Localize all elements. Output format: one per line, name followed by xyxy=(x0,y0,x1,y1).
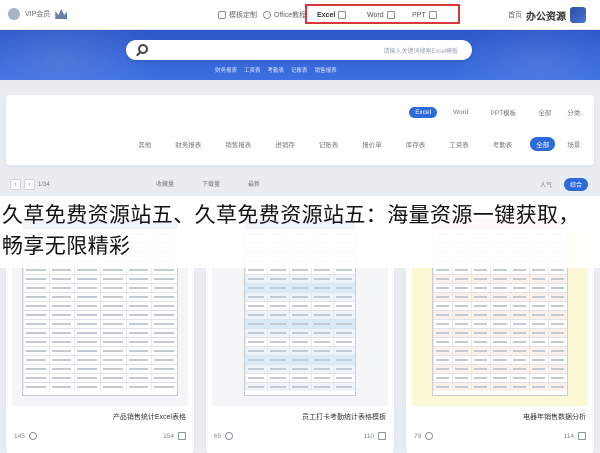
scene-payroll[interactable]: 工资表 xyxy=(443,137,475,151)
download-count[interactable]: 110 xyxy=(364,432,386,440)
scene-inventory[interactable]: 进销存 xyxy=(269,137,301,151)
sort-downloads[interactable]: 下载量 xyxy=(202,179,220,188)
download-icon xyxy=(578,432,586,440)
top-bar: VIP会员 模板定制 Office教程 Excel Word PPT 首页 办公… xyxy=(0,0,600,30)
scene-attendance[interactable]: 考勤表 xyxy=(487,137,519,151)
vip-area[interactable]: VIP会员 xyxy=(8,8,68,20)
download-icon xyxy=(178,432,186,440)
download-count[interactable]: 114 xyxy=(564,432,586,440)
sort-favorites[interactable]: 收藏量 xyxy=(156,179,174,188)
nav-custom-template[interactable]: 模板定制 xyxy=(218,9,257,21)
tab-label: Excel xyxy=(317,11,336,19)
sort-popular[interactable]: 人气 xyxy=(540,180,552,189)
site-logo[interactable]: 办公资源 xyxy=(526,6,586,24)
like-count[interactable]: 65 xyxy=(214,432,234,440)
filter-panel: Excel Word PPT模板 全部 分类: 其他 财务报表 销售报表 进销存… xyxy=(6,95,594,165)
sort-options: 收藏量 下载量 最新 xyxy=(156,179,260,188)
card-meta: 145 154 xyxy=(14,432,186,440)
search-icon[interactable] xyxy=(138,44,148,54)
nav-label: Office教程 xyxy=(274,12,307,19)
card-title[interactable]: 电器年销售数据分析 xyxy=(414,412,586,422)
toolbar-right: 人气 综合 xyxy=(540,178,588,191)
tab-excel[interactable]: Excel xyxy=(317,11,347,19)
star-icon xyxy=(28,432,37,440)
scene-filter-row: 其他 财务报表 销售报表 进销存 记账表 报价单 库存表 工资表 考勤表 全部 … xyxy=(132,137,582,151)
hot-words: 财务报表 工资表 考勤表 记账表 销售报表 xyxy=(215,66,385,74)
page-indicator: 1/34 xyxy=(38,181,50,188)
type-tab-word[interactable]: Word xyxy=(447,107,474,118)
crown-icon xyxy=(55,9,68,19)
download-icon xyxy=(378,432,386,440)
search-input[interactable]: 请输入关键词搜索Excel模板 xyxy=(383,46,458,55)
card-title[interactable]: 员工打卡考勤统计表格模板 xyxy=(214,412,386,422)
home-label: 首页 xyxy=(508,12,522,19)
like-count[interactable]: 145 xyxy=(14,432,37,440)
star-icon xyxy=(225,432,234,440)
search-bar[interactable]: 请输入关键词搜索Excel模板 xyxy=(126,40,472,60)
scene-all[interactable]: 全部 xyxy=(530,137,556,151)
card-meta: 79 114 xyxy=(414,432,586,440)
star-icon xyxy=(425,432,434,440)
type-filter-row: Excel Word PPT模板 全部 分类: xyxy=(409,105,582,119)
type-tab-ppt[interactable]: PPT模板 xyxy=(485,105,523,119)
tab-label: PPT xyxy=(412,11,426,19)
scene-bookkeeping[interactable]: 记账表 xyxy=(313,137,345,151)
hot-word[interactable]: 考勤表 xyxy=(268,66,285,74)
hot-word[interactable]: 工资表 xyxy=(244,66,261,74)
scene-stock[interactable]: 库存表 xyxy=(400,137,432,151)
nav-home[interactable]: 首页 xyxy=(508,9,522,21)
sort-latest[interactable]: 最新 xyxy=(248,179,260,188)
scene-finance[interactable]: 财务报表 xyxy=(169,137,207,151)
prev-page-button[interactable]: ‹ xyxy=(24,179,35,190)
nav-label: 模板定制 xyxy=(229,12,257,19)
like-count[interactable]: 79 xyxy=(414,432,434,440)
tab-word[interactable]: Word xyxy=(367,11,395,19)
caption-text: 久草免费资源站五、久草免费资源站五：海量资源一键获取，畅享无限精彩 xyxy=(2,203,580,258)
slides-icon xyxy=(428,11,437,19)
nav-office-tutorial[interactable]: Office教程 xyxy=(263,9,306,21)
hot-word[interactable]: 财务报表 xyxy=(215,66,237,74)
hot-word[interactable]: 记账表 xyxy=(291,66,308,74)
sort-comprehensive[interactable]: 综合 xyxy=(563,178,588,191)
doc-type-tabs: Excel Word PPT xyxy=(305,4,460,24)
caption-overlay: 久草免费资源站五、久草免费资源站五：海量资源一键获取，畅享无限精彩 xyxy=(0,196,600,268)
type-tab-all[interactable]: 全部 xyxy=(532,105,557,119)
scene-label: 场景: xyxy=(567,142,582,149)
play-icon xyxy=(263,11,271,19)
scene-other[interactable]: 其他 xyxy=(132,137,157,151)
scene-quote[interactable]: 报价单 xyxy=(356,137,388,151)
avatar[interactable] xyxy=(8,8,20,20)
logo-icon xyxy=(570,7,586,23)
pen-icon xyxy=(218,11,226,19)
card-title[interactable]: 产品销售统计Excel表格 xyxy=(14,412,186,422)
logo-text: 办公资源 xyxy=(526,11,566,23)
card-meta: 65 110 xyxy=(214,432,386,440)
doc-icon xyxy=(386,11,395,19)
type-tab-excel[interactable]: Excel xyxy=(409,106,438,118)
hot-word[interactable]: 销售报表 xyxy=(315,66,337,74)
pager: › ‹ 1/34 xyxy=(10,179,50,190)
scene-sales[interactable]: 销售报表 xyxy=(219,137,257,151)
next-page-button[interactable]: › xyxy=(10,179,21,190)
download-count[interactable]: 154 xyxy=(163,432,186,440)
tab-label: Word xyxy=(367,11,384,19)
tab-ppt[interactable]: PPT xyxy=(412,11,437,19)
category-label: 分类: xyxy=(567,110,582,117)
list-toolbar: › ‹ 1/34 收藏量 下载量 最新 人气 综合 xyxy=(6,175,594,195)
grid-icon xyxy=(338,11,347,19)
vip-label[interactable]: VIP会员 xyxy=(25,9,50,19)
